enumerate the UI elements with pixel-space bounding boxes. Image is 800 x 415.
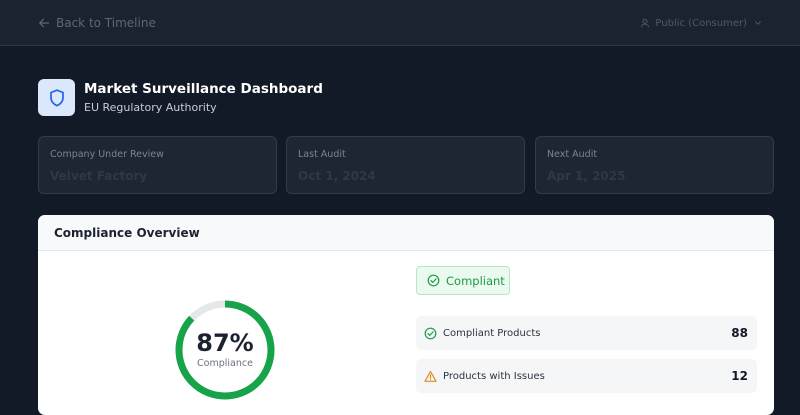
stat-value: 88 — [731, 326, 748, 340]
page-subtitle: EU Regulatory Authority — [84, 100, 217, 114]
panel-title: Compliance Overview — [54, 225, 200, 240]
warning-triangle-icon — [424, 370, 437, 383]
arrow-left-icon — [38, 17, 50, 29]
page-title: Market Surveillance Dashboard — [84, 80, 323, 97]
role-selector[interactable]: Public (Consumer) — [640, 14, 762, 32]
info-card-label: Next Audit — [547, 149, 598, 160]
last-audit-card: Last Audit Oct 1, 2024 — [286, 136, 525, 194]
back-link-label: Back to Timeline — [56, 16, 156, 30]
company-under-review-card: Company Under Review Velvet Factory — [38, 136, 277, 194]
info-card-value: Velvet Factory — [50, 169, 148, 183]
check-circle-icon — [424, 327, 437, 340]
status-badge: Compliant — [416, 266, 510, 295]
compliance-gauge: 87% Compliance — [173, 298, 277, 402]
products-with-issues-stat: Products with Issues 12 — [416, 359, 757, 393]
info-card-label: Company Under Review — [50, 149, 164, 160]
compliance-caption: Compliance — [197, 358, 253, 369]
status-badge-label: Compliant — [446, 273, 505, 288]
top-bar: Back to Timeline Public (Consumer) — [0, 0, 800, 46]
panel-header: Compliance Overview — [38, 215, 774, 251]
stat-label: Products with Issues — [443, 370, 545, 382]
info-card-label: Last Audit — [298, 149, 346, 160]
info-card-value: Oct 1, 2024 — [298, 169, 376, 183]
chevron-down-icon — [754, 19, 762, 27]
dashboard-header: Market Surveillance Dashboard EU Regulat… — [38, 79, 323, 116]
stat-label: Compliant Products — [443, 327, 541, 339]
compliance-percent: 87% — [196, 329, 254, 357]
user-icon — [640, 18, 650, 28]
back-to-timeline-link[interactable]: Back to Timeline — [38, 14, 156, 32]
check-circle-icon — [427, 274, 440, 287]
role-selector-label: Public (Consumer) — [655, 17, 747, 29]
compliant-products-stat: Compliant Products 88 — [416, 316, 757, 350]
stat-value: 12 — [731, 369, 748, 383]
info-card-value: Apr 1, 2025 — [547, 169, 626, 183]
shield-icon — [38, 79, 75, 116]
compliance-overview-panel: Compliance Overview 87% Compliance Compl… — [38, 215, 774, 415]
next-audit-card: Next Audit Apr 1, 2025 — [535, 136, 774, 194]
